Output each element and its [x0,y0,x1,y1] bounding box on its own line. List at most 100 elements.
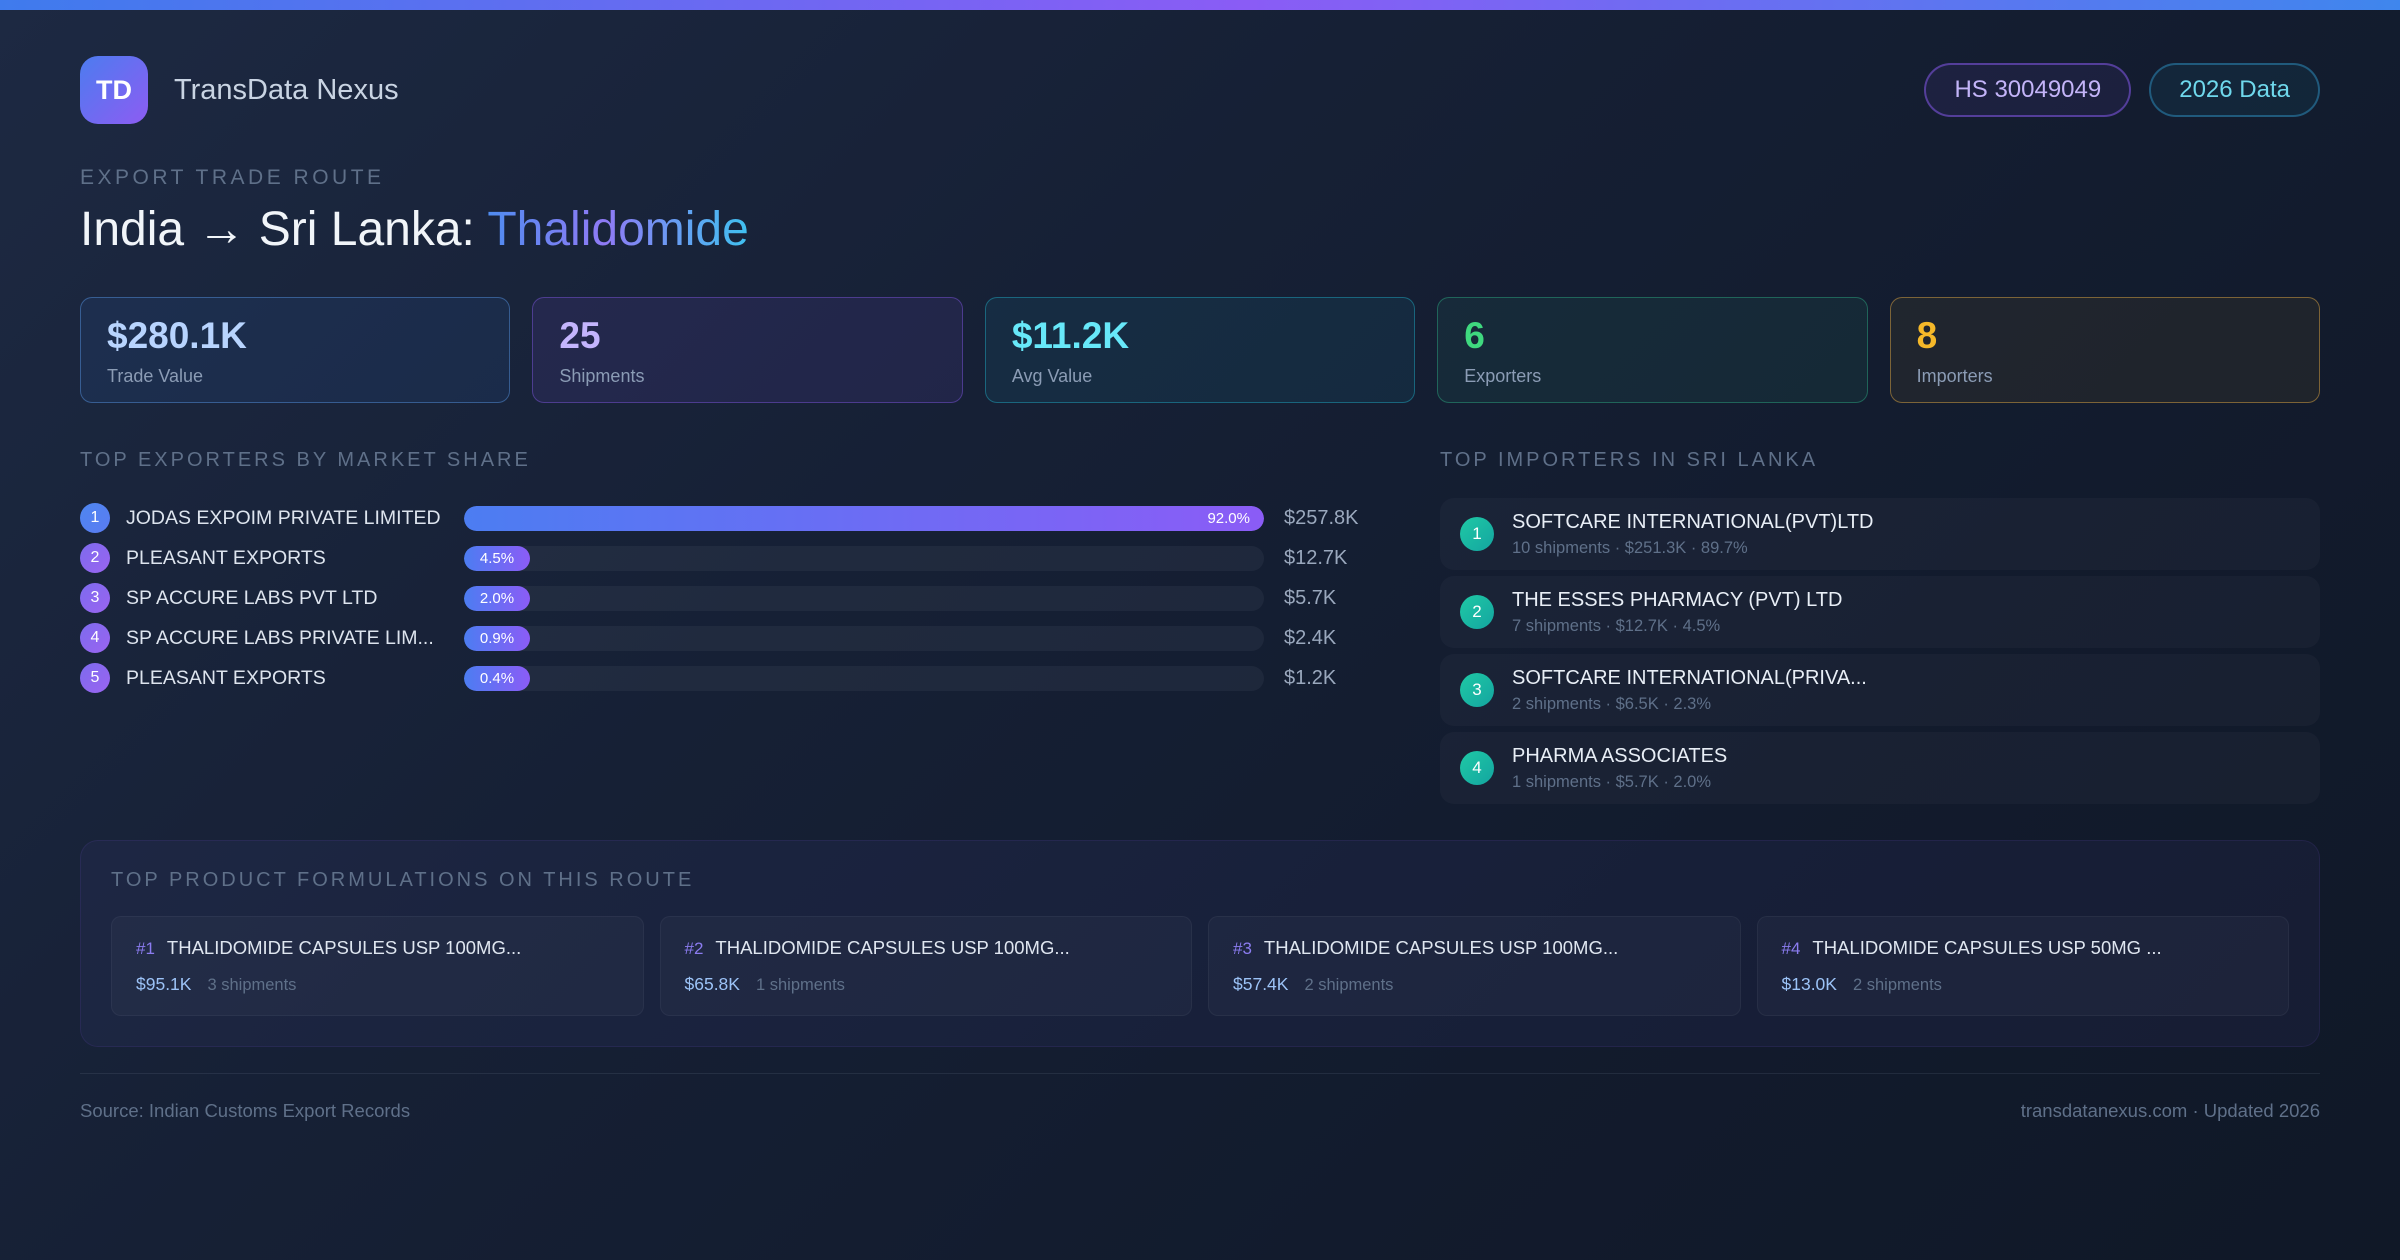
formulation-shipments: 2 shipments [1304,976,1394,994]
stat-value: 6 [1464,315,1485,356]
stat-label: Shipments [559,366,645,386]
importers-section: TOP IMPORTERS IN SRI LANKA 1 SOFTCARE IN… [1440,449,2320,810]
stat-label: Importers [1916,366,1993,386]
formulation-name: THALIDOMIDE CAPSULES USP 50MG ... [1812,937,2162,958]
exporters-list: 1 JODAS EXPOIM PRIVATE LIMITED 92.0% $25… [80,498,1380,698]
formulation-value: $57.4K [1233,974,1289,994]
formulations-cards: #1 THALIDOMIDE CAPSULES USP 100MG... $95… [111,916,2289,1016]
market-share-bar-track: 2.0% [464,585,1264,611]
importer-meta: 2 shipments · $6.5K · 2.3% [1512,694,1712,713]
importer-meta: 7 shipments · $12.7K · 4.5% [1512,616,1721,635]
importer-meta: 1 shipments · $5.7K · 2.0% [1512,772,1712,791]
exporter-name: SP ACCURE LABS PVT LTD [126,586,378,609]
market-share-bar-fill: 2.0% [464,585,530,611]
exporter-row[interactable]: 2 PLEASANT EXPORTS 4.5% $12.7K [80,538,1380,578]
rank-badge: 2 [80,543,110,573]
importer-card[interactable]: 3 SOFTCARE INTERNATIONAL(PRIVA... 2 ship… [1440,654,2320,726]
market-share-bar-fill: 4.5% [464,545,530,571]
year-data-badge[interactable]: 2026 Data [2149,63,2320,117]
rank-badge: 1 [80,503,110,533]
importer-card[interactable]: 4 PHARMA ASSOCIATES 1 shipments · $5.7K … [1440,732,2320,804]
formulation-value: $13.0K [1781,974,1837,994]
market-share-bar-fill: 0.4% [464,665,530,691]
market-share-bar-track: 0.9% [464,625,1264,651]
formulation-value: $65.8K [684,974,740,994]
formulation-value: $95.1K [136,974,192,994]
formulation-title-row: #2 THALIDOMIDE CAPSULES USP 100MG... [685,937,1168,959]
exporter-value: $12.7K [1284,546,1348,569]
brand: TD TransData Nexus [80,56,399,124]
footer-source: Source: Indian Customs Export Records [80,1100,411,1121]
stat-value: $11.2K [1011,315,1130,356]
importer-info: SOFTCARE INTERNATIONAL(PVT)LTD 10 shipme… [1512,511,1874,558]
exporter-name: PLEASANT EXPORTS [126,666,326,689]
formulation-shipments: 2 shipments [1852,976,1942,994]
rank-badge: 3 [1460,673,1494,707]
footer: Source: Indian Customs Export Records tr… [80,1073,2320,1122]
header: TD TransData Nexus HS 30049049 2026 Data [80,56,2320,124]
formulation-meta: $13.0K 2 shipments [1782,974,2265,995]
brand-name: TransData Nexus [174,73,399,106]
main-columns: TOP EXPORTERS BY MARKET SHARE 1 JODAS EX… [80,449,2320,810]
market-share-bar-track: 0.4% [464,665,1264,691]
importers-list: 1 SOFTCARE INTERNATIONAL(PVT)LTD 10 ship… [1440,498,2320,804]
formulation-title-row: #1 THALIDOMIDE CAPSULES USP 100MG... [136,937,619,959]
exporter-value: $257.8K [1284,506,1359,529]
hs-code-badge[interactable]: HS 30049049 [1924,63,2132,117]
formulation-rank: #1 [136,939,155,958]
formulation-card[interactable]: #1 THALIDOMIDE CAPSULES USP 100MG... $95… [111,916,644,1016]
importer-card[interactable]: 1 SOFTCARE INTERNATIONAL(PVT)LTD 10 ship… [1440,498,2320,570]
formulation-meta: $65.8K 1 shipments [685,974,1168,995]
exporter-row[interactable]: 4 SP ACCURE LABS PRIVATE LIM... 0.9% $2.… [80,618,1380,658]
exporters-section-title: TOP EXPORTERS BY MARKET SHARE [80,449,531,471]
footer-site: transdatanexus.com · Updated 2026 [2020,1100,2320,1121]
importer-info: PHARMA ASSOCIATES 1 shipments · $5.7K · … [1512,745,1727,792]
exporter-name: JODAS EXPOIM PRIVATE LIMITED [126,506,441,529]
formulation-meta: $57.4K 2 shipments [1233,974,1716,995]
formulation-shipments: 1 shipments [755,976,845,994]
rank-badge: 4 [1460,751,1494,785]
brand-logo: TD [80,56,148,124]
formulation-meta: $95.1K 3 shipments [136,974,619,995]
importers-section-title: TOP IMPORTERS IN SRI LANKA [1440,449,1819,471]
exporter-name: SP ACCURE LABS PRIVATE LIM... [126,626,434,649]
importer-name: SOFTCARE INTERNATIONAL(PVT)LTD [1512,510,1874,533]
formulation-name: THALIDOMIDE CAPSULES USP 100MG... [715,937,1070,958]
stat-value: $280.1K [107,315,247,356]
formulation-title-row: #3 THALIDOMIDE CAPSULES USP 100MG... [1233,937,1716,959]
stat-label: Exporters [1464,366,1542,386]
exporter-row[interactable]: 3 SP ACCURE LABS PVT LTD 2.0% $5.7K [80,578,1380,618]
importer-info: SOFTCARE INTERNATIONAL(PRIVA... 2 shipme… [1512,667,1867,714]
stat-value: 25 [559,315,601,356]
stat-card-avg-value: $11.2K Avg Value [984,297,1416,403]
exporter-row[interactable]: 5 PLEASANT EXPORTS 0.4% $1.2K [80,658,1380,698]
header-badges: HS 30049049 2026 Data [1924,63,2320,117]
market-share-bar-fill: 0.9% [464,625,530,651]
rank-badge: 4 [80,623,110,653]
exporter-value: $2.4K [1284,626,1337,649]
route-title: India → Sri Lanka: [80,203,475,256]
stat-card-exporters: 6 Exporters [1437,297,1868,403]
stat-card-importers: 8 Importers [1889,297,2321,403]
formulation-card[interactable]: #4 THALIDOMIDE CAPSULES USP 50MG ... $13… [1756,916,2289,1016]
formulation-card[interactable]: #2 THALIDOMIDE CAPSULES USP 100MG... $65… [659,916,1192,1016]
formulation-rank: #2 [684,939,704,958]
importer-card[interactable]: 2 THE ESSES PHARMACY (PVT) LTD 7 shipmen… [1440,576,2320,648]
rank-badge: 5 [80,663,110,693]
exporters-section: TOP EXPORTERS BY MARKET SHARE 1 JODAS EX… [80,449,1380,810]
exporter-value: $5.7K [1284,586,1337,609]
formulations-panel: TOP PRODUCT FORMULATIONS ON THIS ROUTE #… [80,840,2320,1047]
formulation-name: THALIDOMIDE CAPSULES USP 100MG... [166,937,522,958]
formulations-section-title: TOP PRODUCT FORMULATIONS ON THIS ROUTE [111,869,695,891]
market-share-bar-fill: 92.0% [464,505,1264,531]
product-title: Thalidomide [487,203,749,256]
exporter-row[interactable]: 1 JODAS EXPOIM PRIVATE LIMITED 92.0% $25… [80,498,1380,538]
page-title: India → Sri Lanka: Thalidomide [80,202,2320,257]
formulation-rank: #3 [1233,939,1252,958]
stat-card-trade-value: $280.1K Trade Value [80,297,511,403]
stats-row: $280.1K Trade Value 25 Shipments $11.2K … [80,297,2321,403]
formulation-card[interactable]: #3 THALIDOMIDE CAPSULES USP 100MG... $57… [1208,916,1741,1016]
formulation-rank: #4 [1781,939,1801,958]
stat-label: Avg Value [1011,366,1093,386]
stat-label: Trade Value [107,366,204,386]
